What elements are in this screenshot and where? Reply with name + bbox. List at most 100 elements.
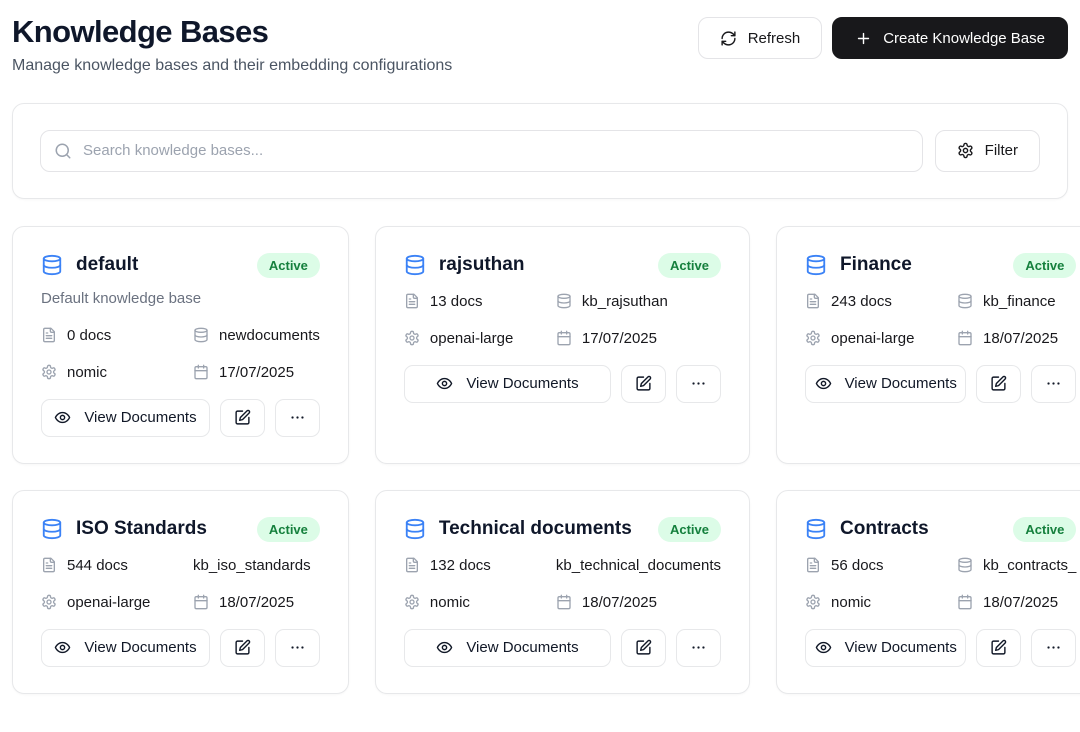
more-options-button[interactable] [676,628,722,667]
kb-title: Finance [840,254,912,276]
card-actions: View Documents [403,628,722,667]
gear-icon [805,594,821,610]
collection-stat: kb_iso_standards [193,557,320,574]
view-documents-label: View Documents [84,639,197,657]
edit-button[interactable] [219,398,265,437]
edit-button[interactable] [976,628,1022,667]
kb-stats: 132 docs kb_technical_documents nomic 18… [404,557,721,611]
calendar-icon [193,594,209,610]
kb-stats: 243 docs kb_finance openai-large 18/07/2… [805,293,1076,347]
gear-icon [957,142,974,159]
card-head: rajsuthan Active [404,252,722,278]
status-badge: Active [256,516,320,542]
more-options-button[interactable] [274,628,320,667]
collection-stat: kb_rajsuthan [556,293,721,310]
view-documents-button[interactable]: View Documents [403,628,612,667]
card-actions: View Documents [805,628,1077,667]
page-header-text: Knowledge Bases Manage knowledge bases a… [12,14,452,75]
embedding-model-stat: nomic [41,364,193,381]
ellipsis-icon [690,375,707,392]
view-documents-button[interactable]: View Documents [805,364,967,403]
embedding-model: nomic [67,363,108,381]
gear-icon [404,330,420,346]
embedding-model-stat: nomic [805,594,957,611]
file-text-icon [41,327,57,343]
file-text-icon [404,293,420,309]
kb-title: default [76,254,139,276]
eye-icon [54,639,71,656]
collection-name: kb_finance [983,292,1056,310]
embedding-model-stat: nomic [404,594,556,611]
created-date: 17/07/2025 [219,363,295,381]
created-date-stat: 17/07/2025 [193,364,320,381]
more-options-button[interactable] [1031,628,1077,667]
embedding-model: openai-large [67,593,151,611]
status-badge: Active [256,252,320,278]
view-documents-label: View Documents [844,639,957,657]
docs-stat: 544 docs [41,557,193,574]
collection-stat: newdocuments [193,327,320,344]
view-documents-label: View Documents [466,375,579,393]
eye-icon [815,639,832,656]
docs-count: 0 docs [67,326,112,344]
card-head: Contracts Active [805,516,1077,542]
view-documents-button[interactable]: View Documents [403,364,612,403]
calendar-icon [957,594,973,610]
database-icon [41,254,63,276]
search-input[interactable] [40,129,923,172]
ellipsis-icon [1045,639,1062,656]
database-icon [957,557,973,573]
view-documents-button[interactable]: View Documents [41,398,210,437]
embedding-model: nomic [429,593,470,611]
eye-icon [815,375,832,392]
view-documents-button[interactable]: View Documents [805,628,967,667]
more-options-button[interactable] [1031,364,1077,403]
embedding-model: openai-large [429,329,514,347]
created-date: 18/07/2025 [581,593,657,611]
card-head: Finance Active [805,252,1077,278]
docs-stat: 243 docs [805,293,957,310]
database-icon [193,327,209,343]
view-documents-button[interactable]: View Documents [41,628,210,667]
status-badge: Active [1013,516,1077,542]
ellipsis-icon [1045,375,1062,392]
kb-card-iso-standards: ISO Standards Active 544 docs kb_iso_sta… [12,489,349,694]
kb-card-default: default Active Default knowledge base 0 … [12,225,349,464]
more-options-button[interactable] [274,398,320,437]
docs-stat: 0 docs [41,327,193,344]
edit-button[interactable] [219,628,265,667]
header-actions: Refresh Create Knowledge Base [697,14,1068,59]
created-date: 18/07/2025 [983,329,1059,347]
view-documents-label: View Documents [466,639,579,657]
filter-button[interactable]: Filter [934,129,1040,172]
ellipsis-icon [289,409,306,426]
kb-card-rajsuthan: rajsuthan Active 13 docs kb_rajsuthan op… [374,225,751,464]
card-actions: View Documents [41,398,320,437]
square-pen-icon [234,409,251,426]
created-date-stat: 17/07/2025 [556,330,721,347]
edit-button[interactable] [976,364,1022,403]
view-documents-label: View Documents [84,409,197,427]
page-header: Knowledge Bases Manage knowledge bases a… [12,14,1068,75]
docs-count: 243 docs [831,292,892,310]
edit-button[interactable] [621,364,667,403]
embedding-model: openai-large [831,329,915,347]
embedding-model-stat: openai-large [41,594,193,611]
more-options-button[interactable] [676,364,722,403]
edit-button[interactable] [621,628,667,667]
created-date-stat: 18/07/2025 [556,594,721,611]
refresh-icon [720,30,737,47]
created-date: 18/07/2025 [983,593,1059,611]
create-button-label: Create Knowledge Base [883,29,1045,47]
database-icon [404,254,426,276]
refresh-button[interactable]: Refresh [697,17,823,59]
create-knowledge-base-button[interactable]: Create Knowledge Base [832,17,1068,59]
status-badge: Active [657,516,722,542]
gear-icon [404,594,420,610]
search-icon [54,142,72,160]
square-pen-icon [635,375,652,392]
kb-card-technical-documents: Technical documents Active 132 docs kb_t… [374,489,751,694]
status-badge: Active [657,252,722,278]
kb-title: ISO Standards [76,518,207,540]
page-title: Knowledge Bases [12,14,269,49]
